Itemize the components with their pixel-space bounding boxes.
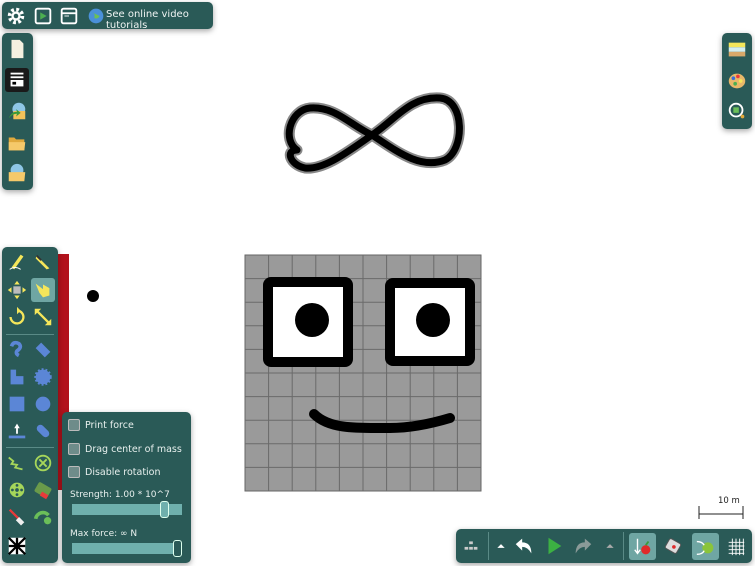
spring-tool-icon[interactable] [5, 451, 29, 475]
redo-menu-arrow-icon[interactable] [598, 534, 622, 558]
open-folder-icon[interactable] [5, 131, 29, 155]
dot[interactable] [87, 290, 99, 302]
checkbox[interactable] [68, 419, 80, 431]
knife-tool-icon[interactable] [31, 250, 55, 274]
scale-tool-icon[interactable] [31, 305, 55, 329]
right-pupil [416, 303, 450, 337]
divider [6, 334, 54, 335]
max-force-label: Max force: ∞ N [70, 529, 138, 539]
right-toolbar [722, 33, 752, 129]
plane-tool-icon[interactable] [5, 419, 29, 443]
strength-label: Strength: 1.00 * 10^7 [70, 490, 170, 500]
rotate-tool-icon[interactable] [5, 305, 29, 329]
open-scene-icon[interactable] [5, 161, 29, 185]
share-icon[interactable] [5, 99, 29, 123]
browser-icon[interactable] [5, 68, 29, 92]
brush-tool-icon[interactable] [5, 338, 29, 362]
plugins-icon[interactable] [459, 534, 483, 558]
background-icon[interactable] [725, 38, 749, 62]
chain-tool-icon[interactable] [31, 419, 55, 443]
polygon-tool-icon[interactable] [5, 365, 29, 389]
window-icon[interactable] [57, 4, 81, 28]
collision-icon[interactable] [692, 533, 719, 560]
laser-tool-icon[interactable] [5, 505, 29, 529]
new-scene-icon[interactable] [5, 37, 29, 61]
top-toolbar: See online video tutorials [2, 2, 213, 31]
drag-options-panel: Print force Drag center of mass Disable … [62, 412, 191, 563]
file-toolbar [2, 33, 33, 190]
left-pupil [295, 303, 329, 337]
texture-tool-icon[interactable] [5, 534, 29, 558]
axle-tool-icon[interactable] [5, 478, 29, 502]
undo-menu-arrow-icon[interactable] [489, 534, 513, 558]
divider [623, 532, 624, 560]
gear-tool-icon[interactable] [31, 365, 55, 389]
bottom-toolbar [456, 529, 752, 563]
air-friction-icon[interactable] [661, 534, 685, 558]
tracer-tool-icon[interactable] [31, 505, 55, 529]
box-tool-icon[interactable] [5, 392, 29, 416]
grid-icon[interactable] [724, 534, 748, 558]
zoom-icon[interactable] [725, 99, 749, 123]
play-icon[interactable] [542, 534, 566, 558]
tools-toolbar [2, 247, 58, 563]
slider-knob[interactable] [159, 501, 169, 518]
disable-rotation-option[interactable]: Disable rotation [68, 466, 161, 478]
scale-label: 10 m [718, 496, 740, 506]
eraser-tool-icon[interactable] [31, 338, 55, 362]
divider [6, 447, 54, 448]
sketch-tool-icon[interactable] [5, 250, 29, 274]
checkbox[interactable] [68, 443, 80, 455]
drag-tool-icon[interactable] [31, 278, 55, 302]
move-tool-icon[interactable] [5, 278, 29, 302]
undo-icon[interactable] [512, 534, 536, 558]
drag-center-option[interactable]: Drag center of mass [68, 443, 182, 455]
redo-icon[interactable] [571, 534, 595, 558]
fixate-tool-icon[interactable] [31, 451, 55, 475]
circle-tool-icon[interactable] [31, 392, 55, 416]
face-box[interactable] [244, 254, 482, 492]
play-window-icon[interactable] [31, 4, 55, 28]
gravity-icon[interactable] [629, 533, 656, 560]
checkbox[interactable] [68, 466, 80, 478]
scale-bar [698, 506, 744, 519]
palette-icon[interactable] [725, 69, 749, 93]
max-force-slider[interactable] [72, 540, 182, 557]
video-tutorials-link[interactable]: See online video tutorials [106, 9, 213, 31]
print-force-option[interactable]: Print force [68, 419, 134, 431]
slider-knob[interactable] [173, 540, 182, 557]
thruster-tool-icon[interactable] [31, 478, 55, 502]
strength-slider[interactable] [72, 501, 182, 518]
globe-icon[interactable] [84, 4, 108, 28]
gear-icon[interactable] [4, 4, 28, 28]
